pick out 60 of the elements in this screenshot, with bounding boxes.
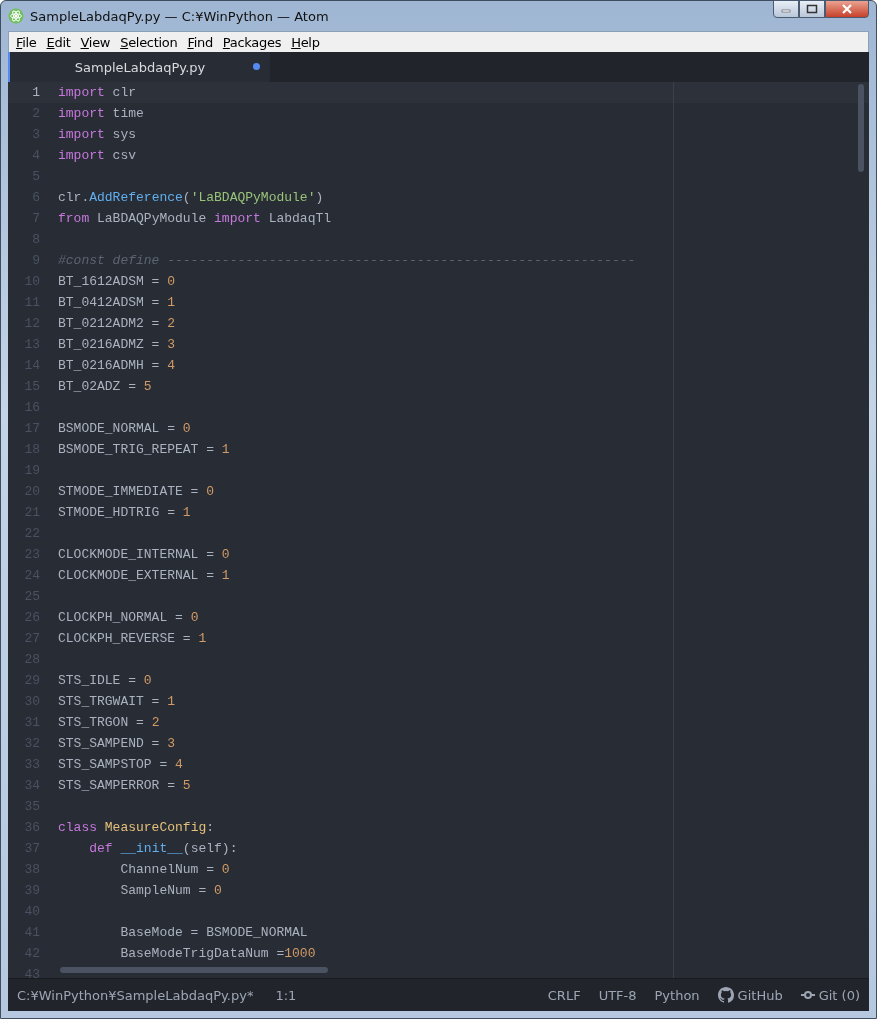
- menu-item[interactable]: Help: [286, 34, 325, 50]
- code-line: BT_0216ADMH = 4: [58, 358, 176, 373]
- menu-item[interactable]: File: [11, 34, 42, 50]
- code-line: BaseModeTrigDataNum =1000: [119, 946, 316, 961]
- code-line: STS_SAMPSTOP = 4: [58, 757, 183, 772]
- code-line: import csv: [58, 148, 137, 163]
- maximize-button[interactable]: [799, 0, 825, 18]
- code-line: BT_0216ADMZ = 3: [58, 337, 176, 352]
- code-line: import time: [58, 106, 144, 121]
- atom-icon: [8, 8, 24, 24]
- code-line: SampleNum = 0: [119, 883, 222, 898]
- grammar[interactable]: Python: [654, 987, 700, 1003]
- code-line: BT_1612ADSM = 0: [58, 274, 176, 289]
- menu-item[interactable]: Find: [182, 34, 218, 50]
- code-line: CLOCKPH_REVERSE = 1: [58, 631, 207, 646]
- code-line: BT_02ADZ = 5: [58, 379, 152, 394]
- code-line: STS_SAMPEND = 3: [58, 736, 176, 751]
- code-line: STS_TRGWAIT = 1: [58, 694, 176, 709]
- maximize-icon: [806, 4, 818, 14]
- code-line: class MeasureConfig:: [58, 820, 215, 835]
- code-line: clr.AddReference('LaBDAQPyModule'): [58, 190, 324, 205]
- file-path[interactable]: C:¥WinPython¥SampleLabdaqPy.py*: [17, 987, 254, 1003]
- close-button[interactable]: [825, 0, 869, 18]
- menu-item[interactable]: View: [75, 34, 116, 50]
- code-line: from LaBDAQPyModule import LabdaqTl: [58, 211, 332, 226]
- encoding[interactable]: UTF-8: [598, 987, 637, 1003]
- code-line: STS_TRGON = 2: [58, 715, 160, 730]
- window-title: SampleLabdaqPy.py — C:¥WinPython — Atom: [30, 8, 330, 24]
- code-line: BT_0412ADSM = 1: [58, 295, 176, 310]
- code-line: BT_0212ADM2 = 2: [58, 316, 176, 331]
- code-line: CLOCKMODE_INTERNAL = 0: [58, 547, 230, 562]
- minimize-button[interactable]: [773, 0, 799, 18]
- cursor-position[interactable]: 1:1: [275, 987, 297, 1003]
- scrollbar-thumb[interactable]: [858, 84, 864, 172]
- code-line: import clr: [58, 85, 137, 100]
- menu-item[interactable]: Selection: [115, 34, 183, 50]
- menu-item[interactable]: Packages: [217, 34, 287, 50]
- code-line: STS_IDLE = 0: [58, 673, 152, 688]
- scrollbar-thumb[interactable]: [60, 967, 328, 973]
- line-ending[interactable]: CRLF: [547, 987, 581, 1003]
- code-line: STMODE_HDTRIG = 1: [58, 505, 191, 520]
- code-line: BSMODE_NORMAL = 0: [58, 421, 191, 436]
- code-line: CLOCKPH_NORMAL = 0: [58, 610, 199, 625]
- line-number: 1: [31, 85, 40, 100]
- code-line: BaseMode = BSMODE_NORMAL: [119, 925, 308, 940]
- code-line: #const define ------------------------------------------------------------: [58, 253, 636, 268]
- code-line: CLOCKMODE_EXTERNAL = 1: [58, 568, 230, 583]
- code-line: BSMODE_TRIG_REPEAT = 1: [58, 442, 230, 457]
- code-line: import sys: [58, 127, 137, 142]
- github-label[interactable]: GitHub: [737, 987, 783, 1003]
- git-label[interactable]: Git (0): [818, 987, 860, 1003]
- code-line: ChannelNum = 0: [119, 862, 230, 877]
- close-icon: [841, 4, 853, 14]
- code-line: def __init__(self):: [88, 841, 238, 856]
- github-icon: [717, 987, 734, 1003]
- menu-item[interactable]: Edit: [41, 34, 76, 50]
- editor-tab[interactable]: SampleLabdaqPy.py: [8, 52, 270, 82]
- code-line: STS_SAMPERROR = 5: [58, 778, 191, 793]
- commit-icon: [800, 990, 815, 1000]
- code-line: STMODE_IMMEDIATE = 0: [58, 484, 215, 499]
